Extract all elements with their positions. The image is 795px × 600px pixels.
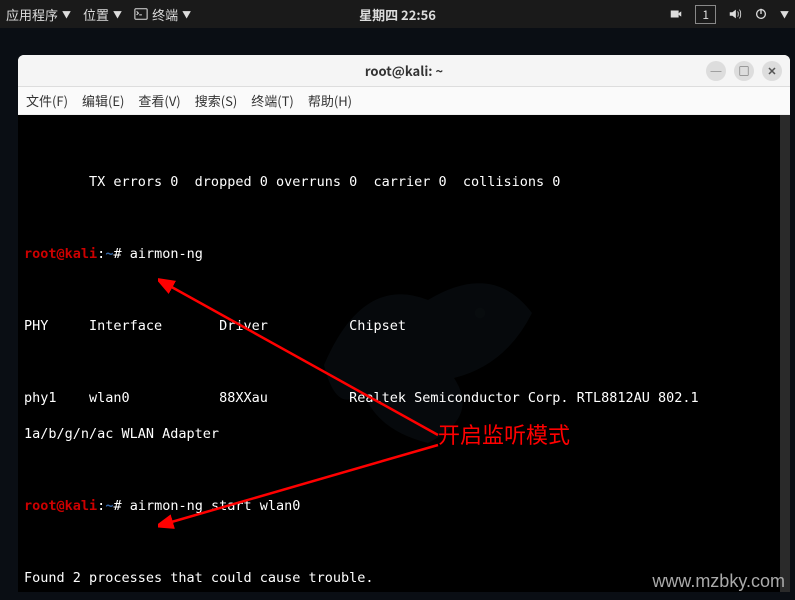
window-titlebar[interactable]: root@kali: ~ ─ □ ✕: [18, 55, 790, 87]
panel-right: 1 ▼: [669, 5, 789, 24]
window-title: root@kali: ~: [365, 61, 443, 80]
prompt-host: kali: [65, 246, 98, 262]
minimize-button[interactable]: ─: [706, 61, 726, 81]
terminal-body[interactable]: TX errors 0 dropped 0 overruns 0 carrier…: [18, 115, 790, 592]
blank-line: [24, 209, 784, 227]
prompt-host: kali: [65, 498, 98, 514]
blank-line: [24, 281, 784, 299]
watermark-text: www.mzbky.com: [652, 571, 785, 592]
prompt-symbol: #: [113, 498, 121, 514]
datetime-display[interactable]: 星期四 22:56: [359, 5, 436, 24]
output-row: 1a/b/g/n/ac WLAN Adapter: [24, 425, 784, 443]
menu-search[interactable]: 搜索(S): [195, 91, 238, 110]
terminal-launcher[interactable]: 终端 ▼: [134, 5, 191, 24]
output-line: TX errors 0 dropped 0 overruns 0 carrier…: [24, 173, 784, 191]
menu-terminal[interactable]: 终端(T): [251, 91, 294, 110]
screen-recorder-icon[interactable]: [669, 7, 683, 21]
menu-help[interactable]: 帮助(H): [308, 91, 352, 110]
menu-file[interactable]: 文件(F): [26, 91, 68, 110]
volume-icon[interactable]: [728, 7, 742, 21]
menu-edit[interactable]: 编辑(E): [82, 91, 124, 110]
chevron-down-icon: ▼: [62, 8, 71, 21]
chevron-down-icon: ▼: [113, 8, 122, 21]
blank-line: [24, 533, 784, 551]
menubar: 文件(F) 编辑(E) 查看(V) 搜索(S) 终端(T) 帮助(H): [18, 87, 790, 115]
prompt-symbol: #: [113, 246, 121, 262]
chevron-down-icon: ▼: [182, 8, 191, 21]
command-text: airmon-ng start wlan0: [130, 498, 301, 514]
window-controls: ─ □ ✕: [706, 61, 782, 81]
menu-view[interactable]: 查看(V): [138, 91, 180, 110]
panel-left: 应用程序 ▼ 位置 ▼ 终端 ▼: [6, 5, 191, 24]
prompt-user: root: [24, 246, 57, 262]
close-button[interactable]: ✕: [762, 61, 782, 81]
output-header: PHY Interface Driver Chipset: [24, 317, 784, 335]
terminal-label: 终端: [152, 5, 178, 24]
applications-menu[interactable]: 应用程序 ▼: [6, 5, 71, 24]
applications-label: 应用程序: [6, 5, 58, 24]
places-label: 位置: [83, 5, 109, 24]
terminal-window: root@kali: ~ ─ □ ✕ 文件(F) 编辑(E) 查看(V) 搜索(…: [18, 55, 790, 592]
prompt-line: root@kali:~# airmon-ng: [24, 245, 784, 263]
output-row: phy1 wlan0 88XXau Realtek Semiconductor …: [24, 389, 784, 407]
chevron-down-icon: ▼: [780, 8, 789, 21]
prompt-user: root: [24, 498, 57, 514]
terminal-icon: [134, 7, 148, 21]
top-panel: 应用程序 ▼ 位置 ▼ 终端 ▼ 星期四 22:56 1 ▼: [0, 0, 795, 28]
power-icon[interactable]: [754, 7, 768, 21]
blank-line: [24, 461, 784, 479]
blank-line: [24, 353, 784, 371]
annotation-arrow: [158, 435, 448, 535]
command-text: airmon-ng: [130, 246, 203, 262]
places-menu[interactable]: 位置 ▼: [83, 5, 122, 24]
maximize-button[interactable]: □: [734, 61, 754, 81]
prompt-line: root@kali:~# airmon-ng start wlan0: [24, 497, 784, 515]
annotation-text: 开启监听模式: [438, 427, 570, 445]
workspace-indicator[interactable]: 1: [695, 5, 716, 24]
